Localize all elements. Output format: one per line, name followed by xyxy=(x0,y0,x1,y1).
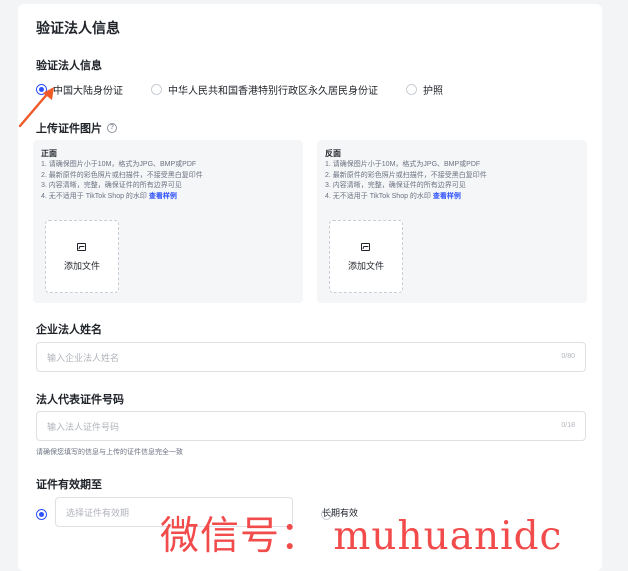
upload-back-dropzone[interactable]: 添加文件 xyxy=(329,220,403,293)
rule-item: 4. 无不适用于 TikTok Shop 的水印 xyxy=(41,192,147,200)
radio-label: 中国大陆身份证 xyxy=(53,86,123,97)
add-file-label: 添加文件 xyxy=(63,261,100,271)
id-number-placeholder: 输入法人证件号码 xyxy=(47,422,120,432)
id-type-label: 验证法人信息 xyxy=(36,60,102,72)
rule-item: 3. 内容清晰，完整，确保证件的所有边界可见 xyxy=(325,182,466,189)
rule-item: 4. 无不适用于 TikTok Shop 的水印 xyxy=(325,192,431,200)
upload-back-panel: 反面 1. 请确保图片小于10M，格式为JPG、BMP或PDF 2. 最新原件的… xyxy=(317,140,587,303)
id-number-label: 法人代表证件号码 xyxy=(36,394,124,406)
char-counter: 0/80 xyxy=(561,353,575,360)
legal-name-input[interactable]: 输入企业法人姓名 0/80 xyxy=(36,342,586,372)
legal-rep-card: 验证法人信息 验证法人信息 中国大陆身份证 中华人民共和国香港特别行政区永久居民… xyxy=(18,4,602,571)
radio-option-passport[interactable]: 护照 xyxy=(406,82,443,97)
rule-item: 1. 请确保图片小于10M，格式为JPG、BMP或PDF xyxy=(41,161,197,168)
upload-front-rules: 1. 请确保图片小于10M，格式为JPG、BMP或PDF 2. 最新原件的彩色照… xyxy=(41,160,203,202)
upload-back-rules: 1. 请确保图片小于10M，格式为JPG、BMP或PDF 2. 最新原件的彩色照… xyxy=(325,160,487,202)
question-circle-icon[interactable]: ? xyxy=(107,123,117,133)
rule-item: 3. 内容清晰，完整，确保证件的所有边界可见 xyxy=(41,182,182,189)
id-number-hint: 请确保您填写的信息与上传的证件信息完全一致 xyxy=(36,449,183,456)
add-file-label: 添加文件 xyxy=(347,261,384,271)
image-icon xyxy=(77,243,86,251)
rule-item: 1. 请确保图片小于10M，格式为JPG、BMP或PDF xyxy=(325,161,481,168)
id-number-input[interactable]: 输入法人证件号码 0/18 xyxy=(36,411,586,441)
view-example-link[interactable]: 查看样例 xyxy=(433,193,461,200)
rule-item: 2. 最新原件的彩色照片或扫描件，不接受黑白复印件 xyxy=(41,171,203,179)
char-counter: 0/18 xyxy=(561,422,575,429)
view-example-link[interactable]: 查看样例 xyxy=(149,193,177,200)
radio-label: 中华人民共和国香港特别行政区永久居民身份证 xyxy=(168,86,378,97)
validity-label: 证件有效期至 xyxy=(36,479,102,491)
date-placeholder: 选择证件有效期 xyxy=(66,508,130,518)
name-field-label: 企业法人姓名 xyxy=(36,324,102,336)
id-type-radio-group: 中国大陆身份证 中华人民共和国香港特别行政区永久居民身份证 护照 xyxy=(36,82,443,97)
upload-front-panel: 正面 1. 请确保图片小于10M，格式为JPG、BMP或PDF 2. 最新原件的… xyxy=(33,140,303,303)
radio-label: 护照 xyxy=(423,86,443,97)
radio-button[interactable] xyxy=(406,84,417,95)
upload-front-title: 正面 xyxy=(41,149,57,158)
rule-item: 2. 最新原件的彩色照片或扫描件，不接受黑白复印件 xyxy=(325,171,487,179)
legal-name-placeholder: 输入企业法人姓名 xyxy=(47,353,120,363)
watermark-text: 微信号： muhuanidc xyxy=(160,514,563,559)
upload-back-title: 反面 xyxy=(325,149,341,158)
radio-button-date-selected[interactable] xyxy=(36,509,47,521)
radio-button[interactable] xyxy=(151,84,162,95)
radio-option-hk-id[interactable]: 中华人民共和国香港特别行政区永久居民身份证 xyxy=(151,82,378,97)
upload-front-dropzone[interactable]: 添加文件 xyxy=(45,220,119,293)
section-title: 验证法人信息 xyxy=(36,20,120,36)
image-icon xyxy=(361,243,370,251)
annotation-arrow-icon xyxy=(18,87,54,128)
